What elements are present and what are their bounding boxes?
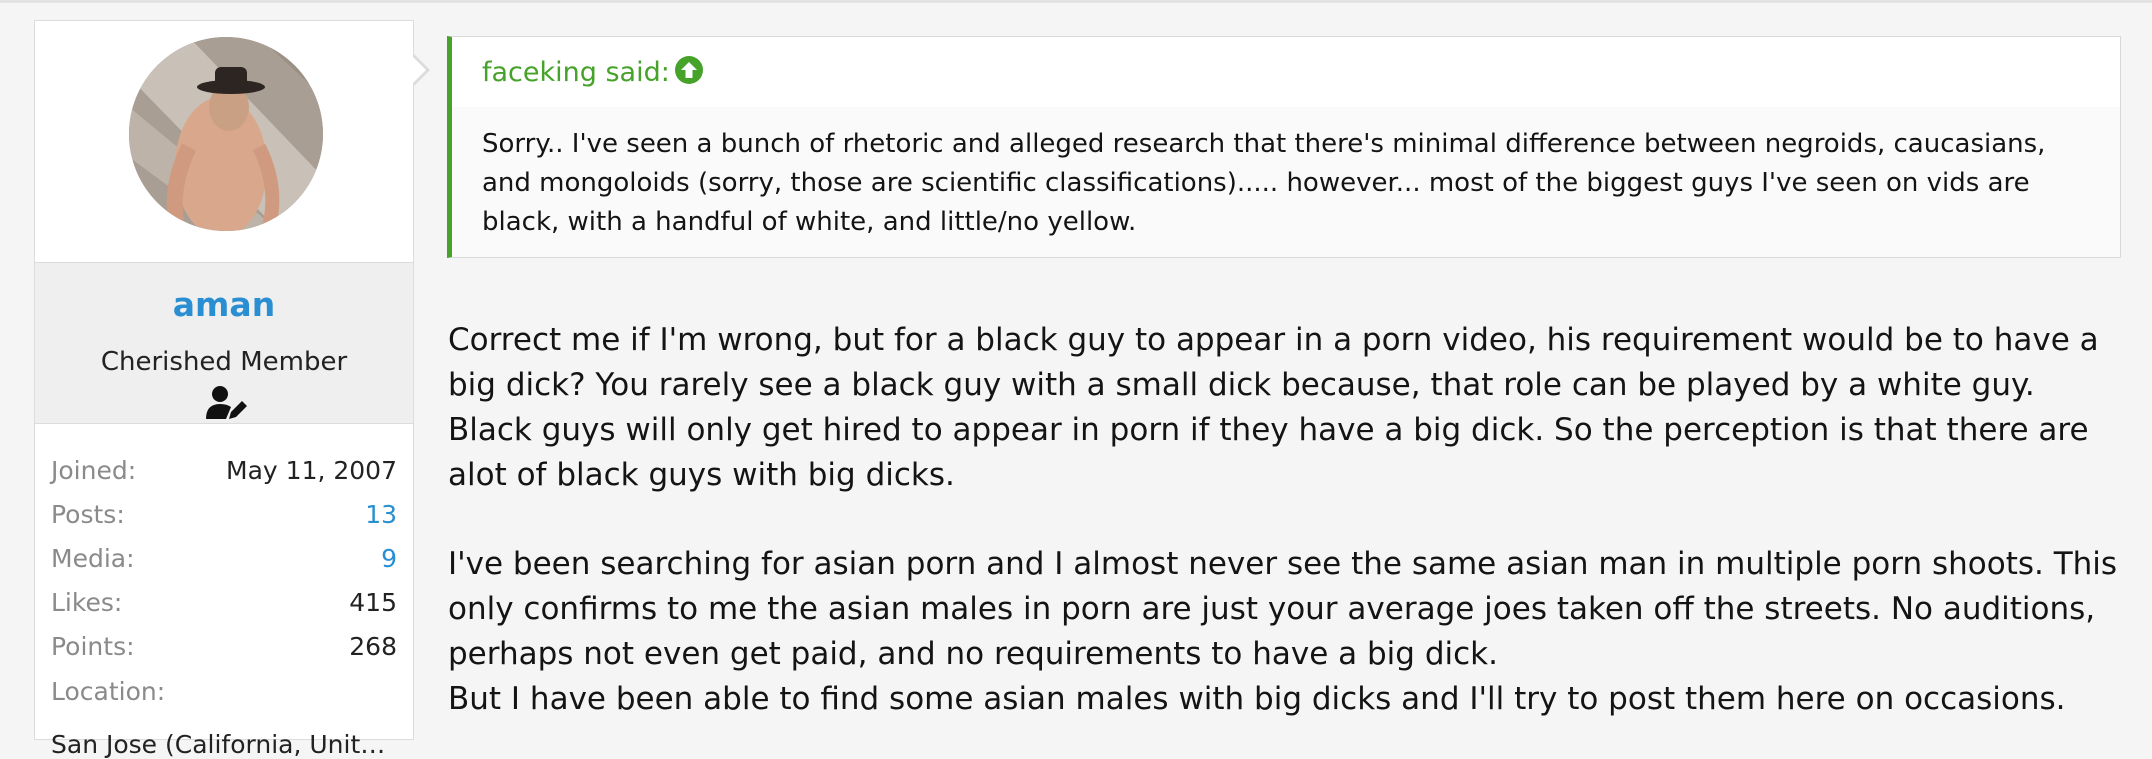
stat-media: Media: 9 (51, 544, 397, 584)
stat-label: Points: (51, 632, 135, 661)
arrow-circle-up-icon[interactable] (674, 55, 704, 85)
avatar[interactable] (129, 37, 323, 231)
stat-label: Location: (51, 677, 166, 706)
stat-value: 415 (349, 588, 397, 617)
posts-count-link[interactable]: 13 (365, 500, 397, 529)
stat-label: Media: (51, 544, 135, 573)
stat-value: May 11, 2007 (226, 456, 397, 485)
quote-block: faceking said: Sorry.. I've seen a bunch… (447, 36, 2121, 258)
stat-likes: Likes: 415 (51, 588, 397, 628)
stat-label: Joined: (51, 456, 137, 485)
post-paragraph: Correct me if I'm wrong, but for a black… (448, 322, 2099, 493)
media-count-link[interactable]: 9 (381, 544, 397, 573)
user-card: aman Cherished Member Joined: May 11, 20… (34, 20, 414, 759)
post-body: Correct me if I'm wrong, but for a black… (448, 318, 2128, 722)
stat-joined: Joined: May 11, 2007 (51, 456, 397, 496)
stat-points: Points: 268 (51, 632, 397, 672)
stat-location: Location: (51, 677, 397, 717)
location-value: San Jose (California, Unite... (51, 730, 397, 759)
avatar-area (35, 21, 413, 262)
avatar-image (129, 37, 323, 231)
user-title: Cherished Member (100, 347, 348, 377)
page-top-border (0, 0, 2152, 3)
post-paragraph: I've been searching for asian porn and I… (448, 546, 2118, 672)
quote-author-link[interactable]: faceking said: (482, 57, 670, 88)
stat-label: Likes: (51, 588, 123, 617)
user-edit-icon (206, 386, 247, 419)
stat-posts: Posts: 13 (51, 500, 397, 540)
quote-header: faceking said: (452, 37, 2120, 107)
username-link[interactable]: aman (35, 285, 413, 324)
stat-value: 268 (349, 632, 397, 661)
speech-arrow-fill (412, 56, 426, 84)
user-info: aman Cherished Member (35, 262, 413, 424)
stat-label: Posts: (51, 500, 125, 529)
post-paragraph: But I have been able to find some asian … (448, 681, 2066, 717)
quote-text: Sorry.. I've seen a bunch of rhetoric an… (482, 129, 2046, 237)
